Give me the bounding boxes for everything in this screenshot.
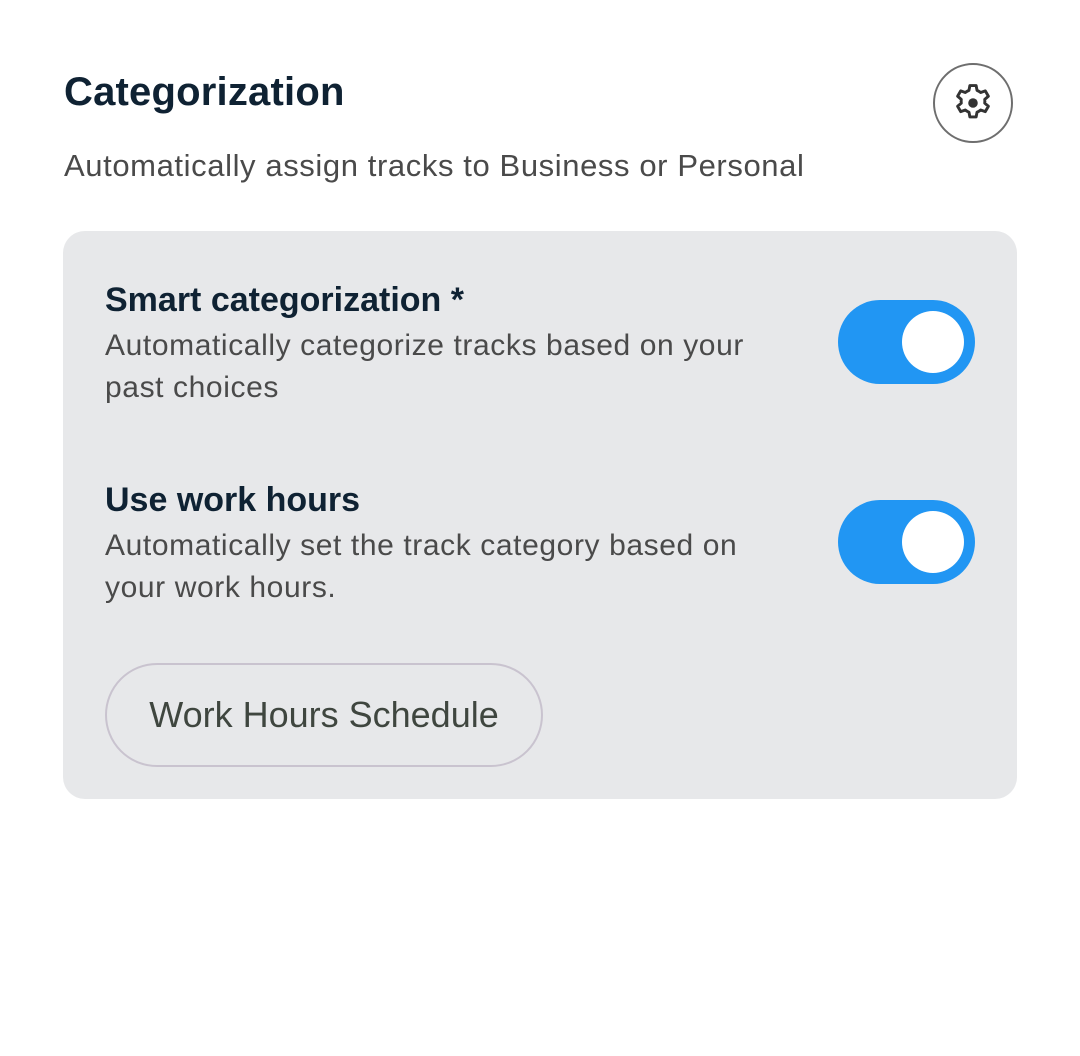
page-subtitle: Automatically assign tracks to Business … [64,148,805,183]
categorization-card: Smart categorization * Automatically cat… [63,231,1017,799]
use-work-hours-toggle[interactable] [838,500,975,584]
gear-icon [956,84,990,119]
setting-description: Automatically categorize tracks based on… [105,329,744,404]
toggle-knob [902,311,964,373]
setting-description: Automatically set the track category bas… [105,529,738,604]
setting-title: Smart categorization * [105,281,464,319]
settings-button[interactable] [933,63,1013,143]
setting-title: Use work hours [105,481,361,519]
smart-categorization-toggle[interactable] [838,300,975,384]
setting-smart-categorization: Smart categorization * Automatically cat… [105,281,805,409]
work-hours-schedule-button[interactable]: Work Hours Schedule [105,663,543,767]
setting-use-work-hours: Use work hours Automatically set the tra… [105,481,805,609]
toggle-knob [902,511,964,573]
categorization-page: Categorization Automatically assign trac… [0,0,1080,1056]
page-title: Categorization [64,70,345,114]
